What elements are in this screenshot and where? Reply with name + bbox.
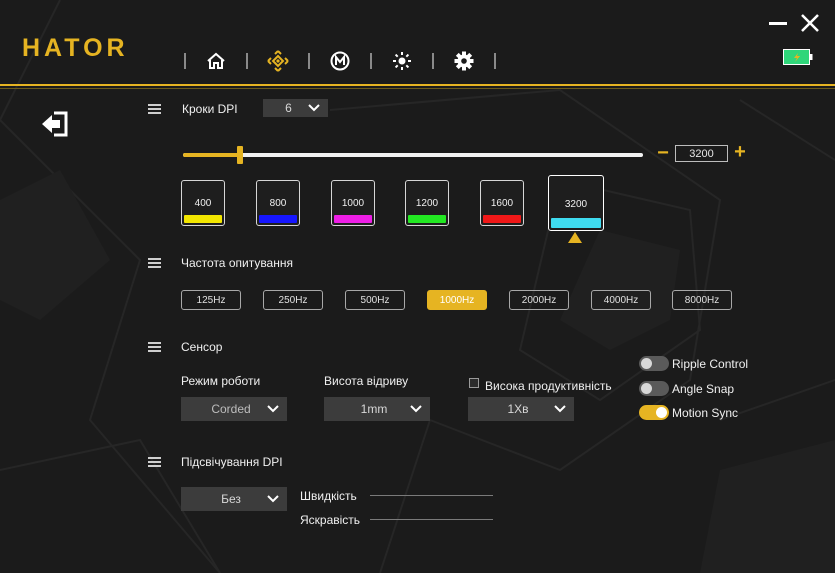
polling-rate-title: Частота опитування xyxy=(181,256,293,270)
dpi-stage-color xyxy=(551,218,601,228)
high-performance-checkbox[interactable] xyxy=(469,378,479,388)
dpi-decrement-button[interactable]: − xyxy=(657,143,669,163)
high-performance-select[interactable]: 1Xв xyxy=(468,397,574,421)
header-divider xyxy=(0,84,835,86)
lift-off-value: 1mm xyxy=(360,402,388,416)
lighting-sun-icon xyxy=(393,52,411,70)
hator-logo: HATOR xyxy=(22,34,129,62)
gear-icon xyxy=(454,51,474,71)
home-icon xyxy=(207,52,225,69)
dpi-slider-handle[interactable] xyxy=(237,146,243,164)
ripple-control-label: Ripple Control xyxy=(672,357,749,371)
nav-separator xyxy=(246,53,248,69)
toggle-knob xyxy=(641,383,652,394)
lift-off-select[interactable]: 1mm xyxy=(324,397,430,421)
lift-off-label: Висота відриву xyxy=(324,374,409,388)
dpi-stage-value: 800 xyxy=(269,198,287,209)
dpi-target-icon xyxy=(267,50,289,72)
polling-option-1000[interactable]: 1000Hz xyxy=(427,290,487,310)
ripple-control-toggle[interactable] xyxy=(639,356,669,371)
dpi-lighting-effect-value: Без xyxy=(221,492,241,506)
angle-snap-label: Angle Snap xyxy=(672,382,735,396)
nav-lighting-button[interactable] xyxy=(374,47,430,75)
main-nav xyxy=(182,47,498,75)
battery-icon xyxy=(783,49,813,65)
sensor-title: Сенсор xyxy=(181,340,223,354)
dpi-stage-3[interactable]: 1000 xyxy=(331,180,375,226)
sensor-mode-select[interactable]: Corded xyxy=(181,397,287,421)
sensor-mode-label: Режим роботи xyxy=(181,374,261,388)
chevron-down-icon xyxy=(308,104,320,112)
dpi-stage-value: 1600 xyxy=(490,198,514,209)
section-menu-icon xyxy=(148,104,161,114)
speed-slider[interactable] xyxy=(370,495,493,496)
angle-snap-toggle[interactable] xyxy=(639,381,669,396)
high-performance-value: 1Xв xyxy=(507,402,529,416)
chevron-down-icon xyxy=(410,405,422,413)
dpi-stage-color xyxy=(334,215,372,223)
nav-macro-button[interactable] xyxy=(312,47,368,75)
dpi-stage-color xyxy=(483,215,521,223)
dpi-stage-value: 1200 xyxy=(415,198,439,209)
section-menu-icon xyxy=(148,457,161,467)
polling-option-2000[interactable]: 2000Hz xyxy=(509,290,569,310)
close-icon[interactable] xyxy=(799,12,821,34)
toggle-knob xyxy=(641,358,652,369)
nav-separator xyxy=(184,53,186,69)
back-exit-icon[interactable] xyxy=(40,110,70,138)
speed-label: Швидкість xyxy=(300,489,357,503)
macro-m-icon xyxy=(330,51,350,71)
dpi-stage-color xyxy=(408,215,446,223)
nav-home-button[interactable] xyxy=(188,47,244,75)
sensor-mode-value: Corded xyxy=(211,402,251,416)
dpi-slider-fill xyxy=(183,153,240,157)
active-stage-pointer-icon xyxy=(568,232,582,243)
dpi-stage-5[interactable]: 1600 xyxy=(480,180,524,226)
dpi-stage-value: 400 xyxy=(194,198,212,209)
polling-option-500[interactable]: 500Hz xyxy=(345,290,405,310)
dpi-stage-value: 1000 xyxy=(341,198,365,209)
dpi-lighting-effect-select[interactable]: Без xyxy=(181,487,287,511)
dpi-stage-4[interactable]: 1200 xyxy=(405,180,449,226)
brightness-label: Яскравість xyxy=(300,513,361,527)
minimize-button[interactable] xyxy=(769,22,787,25)
dpi-stage-1[interactable]: 400 xyxy=(181,180,225,226)
nav-separator xyxy=(370,53,372,69)
nav-separator xyxy=(308,53,310,69)
dpi-value-input[interactable] xyxy=(675,145,728,162)
dpi-steps-select[interactable]: 6 xyxy=(263,99,328,117)
header-divider-shadow xyxy=(0,88,835,89)
dpi-stage-6[interactable]: 3200 xyxy=(548,175,604,231)
dpi-increment-button[interactable]: + xyxy=(732,142,748,162)
dpi-stage-2[interactable]: 800 xyxy=(256,180,300,226)
motion-sync-toggle[interactable] xyxy=(639,405,669,420)
dpi-steps-title: Кроки DPI xyxy=(182,102,238,116)
high-performance-label: Висока продуктивність xyxy=(485,379,612,393)
toggle-knob xyxy=(656,407,667,418)
dpi-stage-color xyxy=(259,215,297,223)
polling-option-4000[interactable]: 4000Hz xyxy=(591,290,651,310)
polling-option-8000[interactable]: 8000Hz xyxy=(672,290,732,310)
nav-separator xyxy=(432,53,434,69)
chevron-down-icon xyxy=(554,405,566,413)
polling-option-250[interactable]: 250Hz xyxy=(263,290,323,310)
nav-settings-button[interactable] xyxy=(436,47,492,75)
dpi-steps-value: 6 xyxy=(285,101,292,115)
polling-option-125[interactable]: 125Hz xyxy=(181,290,241,310)
motion-sync-label: Motion Sync xyxy=(672,406,739,420)
nav-separator xyxy=(494,53,496,69)
chevron-down-icon xyxy=(267,405,279,413)
section-menu-icon xyxy=(148,258,161,268)
chevron-down-icon xyxy=(267,495,279,503)
dpi-slider[interactable] xyxy=(183,146,643,164)
section-menu-icon xyxy=(148,342,161,352)
brightness-slider[interactable] xyxy=(370,519,493,520)
dpi-lighting-title: Підсвічування DPI xyxy=(181,455,283,469)
dpi-stage-color xyxy=(184,215,222,223)
nav-dpi-button[interactable] xyxy=(250,47,306,75)
dpi-stage-value: 3200 xyxy=(564,199,588,210)
